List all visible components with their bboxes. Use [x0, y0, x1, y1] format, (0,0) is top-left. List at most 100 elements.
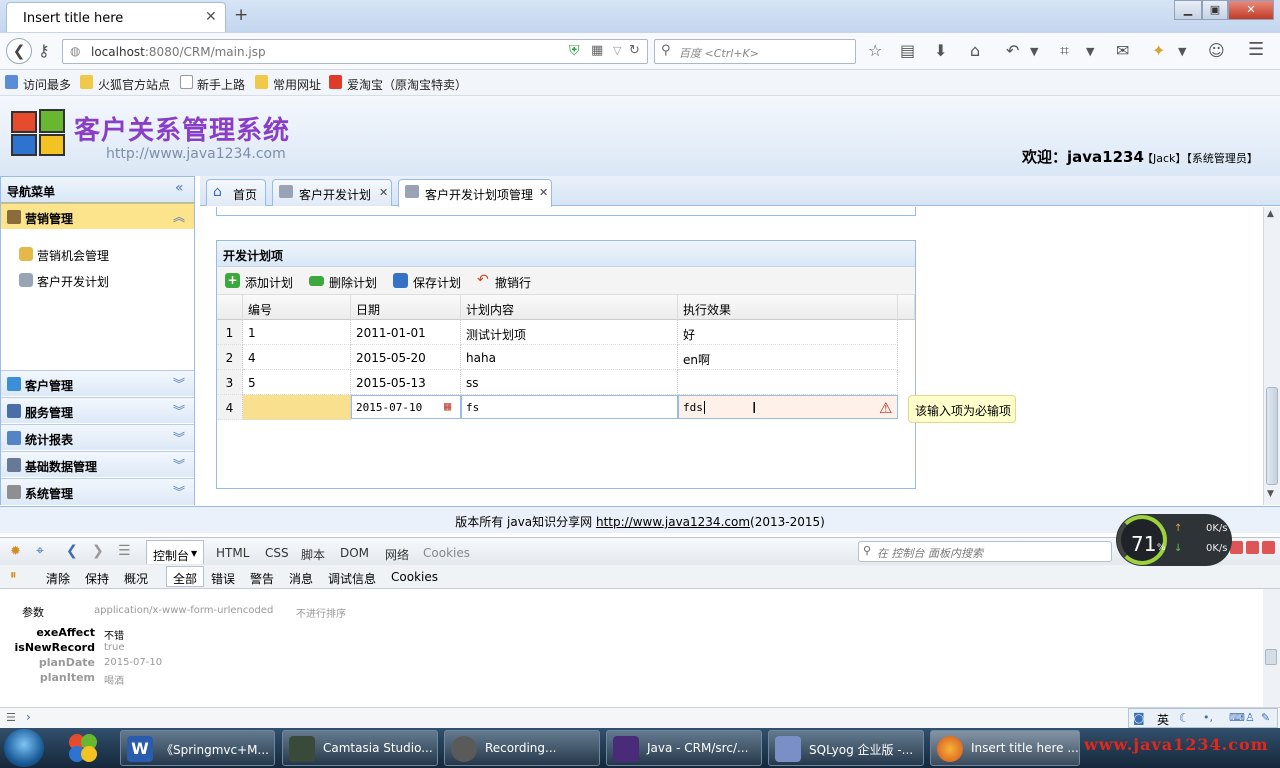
dropdown-icon[interactable]: ▽: [613, 44, 621, 57]
new-tab-icon[interactable]: +: [234, 5, 248, 25]
crop-icon[interactable]: ⌗: [1060, 41, 1069, 61]
tab-dev-plan[interactable]: 客户开发计划 ✕: [272, 179, 392, 206]
console-command-line[interactable]: ☰ › ◙ 英 ☾ •, ⌨ ♙ ✎: [0, 707, 1280, 728]
console-scrollbar[interactable]: [1263, 589, 1280, 707]
filter-info-button[interactable]: 消息: [289, 570, 313, 587]
nav-section-customer[interactable]: 客户管理 ︾: [1, 370, 194, 396]
persist-button[interactable]: 保持: [85, 570, 109, 587]
cell-effect[interactable]: [678, 370, 898, 395]
scroll-down-icon[interactable]: ▼: [1267, 489, 1274, 499]
save-plan-button[interactable]: 保存计划: [393, 267, 473, 295]
nav-section-reports[interactable]: 统计报表 ︾: [1, 424, 194, 450]
filter-errors-button[interactable]: 错误: [211, 570, 235, 587]
pause-icon[interactable]: ⏸: [10, 568, 17, 583]
pinned-app-icon[interactable]: [62, 732, 104, 764]
nav-section-system[interactable]: 系统管理 ︾: [1, 478, 194, 505]
tab-console[interactable]: 控制台 ▼: [146, 540, 204, 564]
keyboard-icon[interactable]: ⌨: [1229, 711, 1245, 724]
column-header[interactable]: 执行效果: [678, 295, 898, 320]
taskbar-item-recording[interactable]: Recording...: [444, 730, 600, 766]
bookmark-aitaobao[interactable]: 爱淘宝（原淘宝特卖）: [347, 76, 467, 93]
punct-icon[interactable]: •,: [1203, 711, 1213, 724]
taskbar-item-word[interactable]: W 《Springmvc+M...: [120, 730, 275, 766]
clear-button[interactable]: 清除: [46, 570, 70, 587]
date-editor-input[interactable]: 2015-07-10 ▦: [351, 395, 461, 419]
column-header[interactable]: 日期: [351, 295, 461, 320]
cell-content[interactable]: 测试计划项: [461, 320, 678, 345]
cell-effect[interactable]: en啊: [678, 345, 898, 370]
nav-section-basedata[interactable]: 基础数据管理 ︾: [1, 451, 194, 477]
taskbar-item-sqlyog[interactable]: SQLyog 企业版 -...: [768, 730, 924, 766]
user-icon[interactable]: ♙: [1245, 711, 1255, 724]
column-header[interactable]: 计划内容: [461, 295, 678, 320]
ime-icon[interactable]: ◙: [1133, 711, 1145, 725]
chevron-down-icon[interactable]: ︾: [173, 402, 185, 419]
cell-id[interactable]: 4: [243, 345, 351, 370]
effect-editor-input[interactable]: fds: [678, 395, 898, 419]
tab-css[interactable]: CSS: [265, 546, 289, 560]
url-input[interactable]: ◍ localhost:8080/CRM/main.jsp ⛨ ▦ ▽ ↻: [62, 39, 648, 64]
moon-icon[interactable]: ☾: [1179, 711, 1190, 725]
start-button[interactable]: [4, 729, 44, 767]
nav-section-marketing[interactable]: 营销管理 ︽: [1, 203, 194, 229]
ime-lang[interactable]: 英: [1157, 711, 1169, 728]
tab-script[interactable]: 脚本: [301, 546, 325, 563]
filter-debug-button[interactable]: 调试信息: [328, 570, 376, 587]
tab-dom[interactable]: DOM: [340, 546, 369, 560]
no-sort-label[interactable]: 不进行排序: [296, 605, 346, 620]
menu-icon[interactable]: ☰: [6, 711, 16, 724]
download-icon[interactable]: ⬇: [934, 41, 947, 60]
devtools-search-input[interactable]: ⚲ 在 控制台 面板内搜索: [858, 541, 1112, 562]
chevron-down-icon[interactable]: ︾: [173, 375, 185, 392]
undo-row-button[interactable]: ↶ 撤销行: [477, 267, 547, 295]
chevron-up-icon[interactable]: ︽: [173, 208, 185, 225]
chat-icon[interactable]: ✉: [1116, 41, 1129, 60]
bookmark-getting-started[interactable]: 新手上路: [197, 76, 245, 93]
bookmark-common-sites[interactable]: 常用网址: [273, 76, 321, 93]
window-close-button[interactable]: ✕: [1228, 0, 1274, 20]
home-icon[interactable]: ⌂: [970, 41, 980, 60]
taskbar-item-camtasia[interactable]: Camtasia Studio...: [282, 730, 438, 766]
bookmark-firefox-site[interactable]: 火狐官方站点: [98, 76, 170, 93]
chevron-down-icon[interactable]: ︾: [173, 483, 185, 500]
column-header[interactable]: 编号: [243, 295, 351, 320]
chevron-down-icon[interactable]: ▼: [1178, 45, 1186, 58]
tab-network[interactable]: 网络: [385, 546, 409, 563]
cell-id[interactable]: 1: [243, 320, 351, 345]
tab-dev-plan-items[interactable]: 客户开发计划项管理 ✕: [398, 179, 552, 207]
inspect-icon[interactable]: ⌖: [36, 543, 44, 559]
filter-cookies-button[interactable]: Cookies: [391, 570, 438, 584]
menu-icon[interactable]: ☰: [1248, 39, 1264, 60]
nav-section-service[interactable]: 服务管理 ︾: [1, 397, 194, 423]
content-scrollbar[interactable]: ▲ ▼: [1263, 207, 1280, 505]
chevron-down-icon[interactable]: ︾: [173, 429, 185, 446]
delete-plan-button[interactable]: 删除计划: [309, 267, 389, 295]
bookmark-most-visited[interactable]: 访问最多: [23, 76, 71, 93]
filter-all-button[interactable]: 全部: [166, 566, 204, 587]
key-icon[interactable]: ⚷: [38, 41, 50, 60]
reading-list-icon[interactable]: ▤: [900, 41, 915, 60]
undo-icon[interactable]: ↶: [1006, 41, 1019, 60]
cell-id[interactable]: 5: [243, 370, 351, 395]
taskbar-item-eclipse[interactable]: Java - CRM/src/...: [606, 730, 762, 766]
calendar-icon[interactable]: ▦: [444, 399, 451, 413]
cell-effect[interactable]: 好: [678, 320, 898, 345]
browser-tab[interactable]: Insert title here ✕: [6, 2, 226, 32]
cell-content[interactable]: haha: [461, 345, 678, 370]
minimize-icon[interactable]: [1230, 541, 1243, 554]
content-editor-input[interactable]: fs: [461, 395, 678, 419]
tab-home[interactable]: ⌂ 首页: [206, 179, 266, 206]
filter-warnings-button[interactable]: 警告: [250, 570, 274, 587]
addon-icon[interactable]: ✦: [1152, 41, 1165, 60]
list-icon[interactable]: ☰: [118, 543, 131, 559]
chevron-down-icon[interactable]: ▼: [1086, 45, 1094, 58]
search-input[interactable]: ⚲ 百度 <Ctrl+K>: [654, 39, 856, 64]
star-icon[interactable]: ☆: [868, 41, 882, 60]
reload-icon[interactable]: ↻: [629, 43, 640, 58]
taskbar-item-firefox[interactable]: Insert title here ...: [930, 730, 1080, 766]
chevron-down-icon[interactable]: ︾: [173, 456, 185, 473]
cell-id-editing[interactable]: [243, 395, 351, 420]
footer-link[interactable]: http://www.java1234.com: [596, 515, 750, 529]
back-arrow-icon[interactable]: ❮: [6, 38, 32, 64]
detach-icon[interactable]: [1246, 541, 1259, 554]
